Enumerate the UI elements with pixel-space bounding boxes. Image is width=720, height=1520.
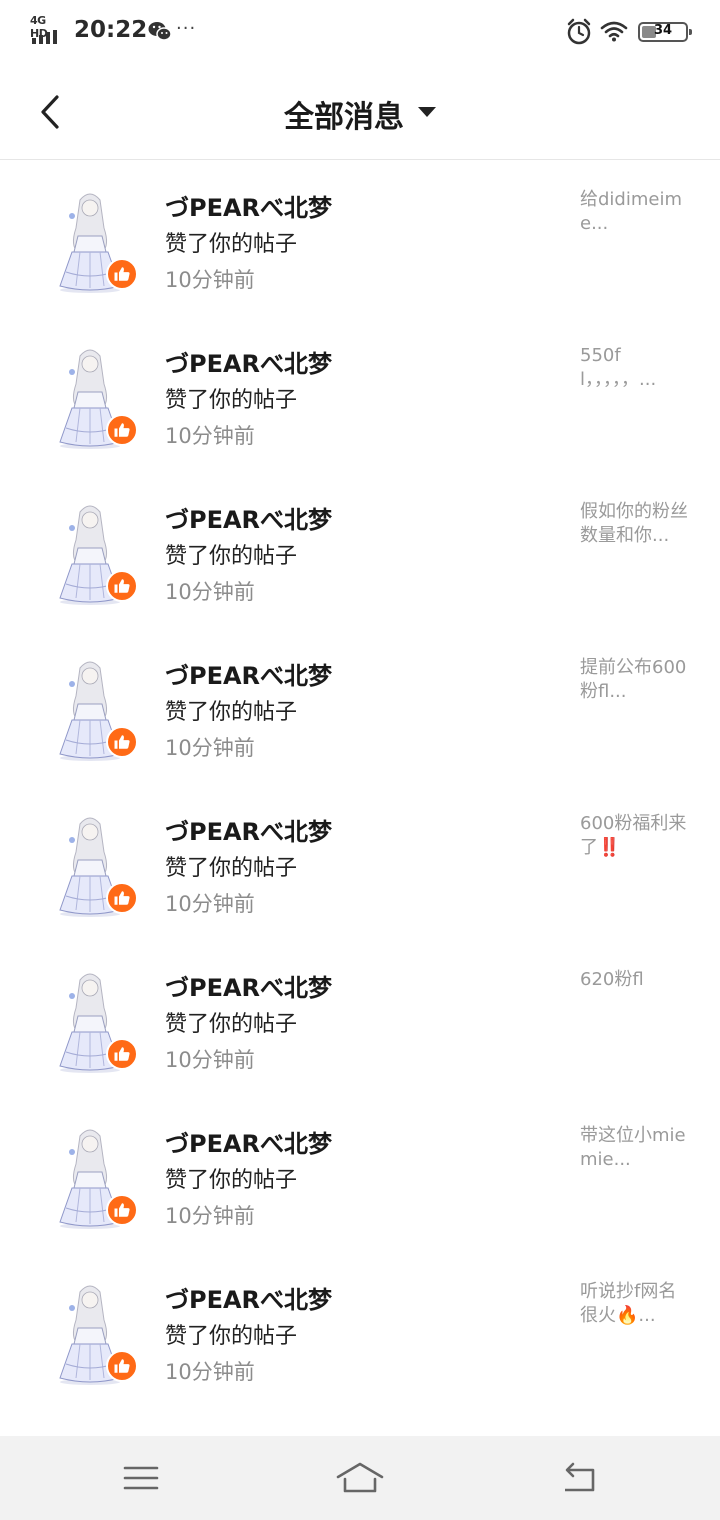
user-name[interactable]: づPEARべ北梦 — [165, 656, 332, 691]
notification-text: 赞了你的帖子 — [165, 1168, 298, 1193]
user-name[interactable]: づPEARべ北梦 — [165, 188, 332, 223]
like-badge-icon — [106, 1194, 138, 1226]
post-preview[interactable]: 听说抄f网名很火🔥... — [580, 1280, 692, 1328]
more-notifications-icon: ··· — [176, 18, 197, 39]
wifi-icon — [600, 21, 628, 42]
notification-text: 赞了你的帖子 — [165, 232, 298, 257]
post-preview[interactable]: 620粉fl — [580, 968, 692, 992]
back-nav-button[interactable] — [554, 1458, 604, 1498]
post-preview[interactable]: 提前公布600粉fl... — [580, 656, 692, 704]
like-badge-icon — [106, 258, 138, 290]
notification-text: 赞了你的帖子 — [165, 544, 298, 569]
like-badge-icon — [106, 414, 138, 446]
user-name[interactable]: づPEARべ北梦 — [165, 1280, 332, 1315]
menu-icon — [123, 1466, 159, 1490]
message-item[interactable]: づPEARべ北梦 赞了你的帖子 10分钟前 带这位小miemie... — [0, 1096, 720, 1252]
user-name[interactable]: づPEARべ北梦 — [165, 968, 332, 1003]
post-preview[interactable]: 给didimeime... — [580, 188, 692, 236]
like-badge-icon — [106, 570, 138, 602]
timestamp: 10分钟前 — [165, 424, 255, 448]
title-dropdown[interactable]: 全部消息 — [0, 92, 720, 136]
timestamp: 10分钟前 — [165, 1360, 255, 1384]
battery-icon: 34 — [638, 22, 692, 42]
message-item[interactable]: づPEARべ北梦 赞了你的帖子 10分钟前 提前公布600粉fl... — [0, 628, 720, 784]
post-preview[interactable]: 550fl，，，，，... — [580, 344, 692, 392]
home-icon — [336, 1462, 384, 1493]
user-name[interactable]: づPEARべ北梦 — [165, 344, 332, 379]
caret-down-icon — [418, 107, 436, 117]
like-badge-icon — [106, 1038, 138, 1070]
message-item[interactable]: づPEARべ北梦 赞了你的帖子 10分钟前 600粉福利来了‼️ — [0, 784, 720, 940]
home-button[interactable] — [335, 1458, 385, 1498]
status-time: 20:22 — [74, 17, 148, 43]
timestamp: 10分钟前 — [165, 268, 255, 292]
menu-button[interactable] — [116, 1458, 166, 1498]
page-title: 全部消息 — [284, 100, 404, 135]
message-item[interactable]: づPEARべ北梦 赞了你的帖子 10分钟前 听说抄f网名很火🔥... — [0, 1252, 720, 1408]
message-item[interactable]: づPEARべ北梦 赞了你的帖子 10分钟前 550fl，，，，，... — [0, 316, 720, 472]
like-badge-icon — [106, 882, 138, 914]
battery-percent: 34 — [653, 23, 673, 38]
like-badge-icon — [106, 1350, 138, 1382]
notification-text: 赞了你的帖子 — [165, 1012, 298, 1037]
user-name[interactable]: づPEARべ北梦 — [165, 1124, 332, 1159]
system-nav-bar — [0, 1436, 720, 1520]
notification-text: 赞了你的帖子 — [165, 1324, 298, 1349]
message-item[interactable]: づPEARべ北梦 赞了你的帖子 10分钟前 620粉fl — [0, 940, 720, 1096]
timestamp: 10分钟前 — [165, 580, 255, 604]
like-badge-icon — [106, 726, 138, 758]
back-icon — [565, 1462, 595, 1492]
notification-text: 赞了你的帖子 — [165, 856, 298, 881]
post-preview[interactable]: 假如你的粉丝数量和你... — [580, 500, 692, 548]
alarm-icon — [567, 18, 591, 45]
user-name[interactable]: づPEARべ北梦 — [165, 500, 332, 535]
timestamp: 10分钟前 — [165, 1204, 255, 1228]
timestamp: 10分钟前 — [165, 892, 255, 916]
post-preview[interactable]: 600粉福利来了‼️ — [580, 812, 692, 860]
message-list: づPEARべ北梦 赞了你的帖子 10分钟前 给didimeime... づPEA… — [0, 160, 720, 1408]
top-app-bar: 全部消息 — [0, 64, 720, 160]
notification-text: 赞了你的帖子 — [165, 700, 298, 725]
post-preview[interactable]: 带这位小miemie... — [580, 1124, 692, 1172]
message-item[interactable]: づPEARべ北梦 赞了你的帖子 10分钟前 假如你的粉丝数量和你... — [0, 472, 720, 628]
signal-icon: 4G HD — [30, 14, 66, 44]
notification-text: 赞了你的帖子 — [165, 388, 298, 413]
message-item[interactable]: づPEARべ北梦 赞了你的帖子 10分钟前 给didimeime... — [0, 160, 720, 316]
timestamp: 10分钟前 — [165, 1048, 255, 1072]
user-name[interactable]: づPEARべ北梦 — [165, 812, 332, 847]
timestamp: 10分钟前 — [165, 736, 255, 760]
status-bar: 4G HD 20:22 ··· 34 — [0, 0, 720, 64]
wechat-icon — [148, 22, 172, 41]
